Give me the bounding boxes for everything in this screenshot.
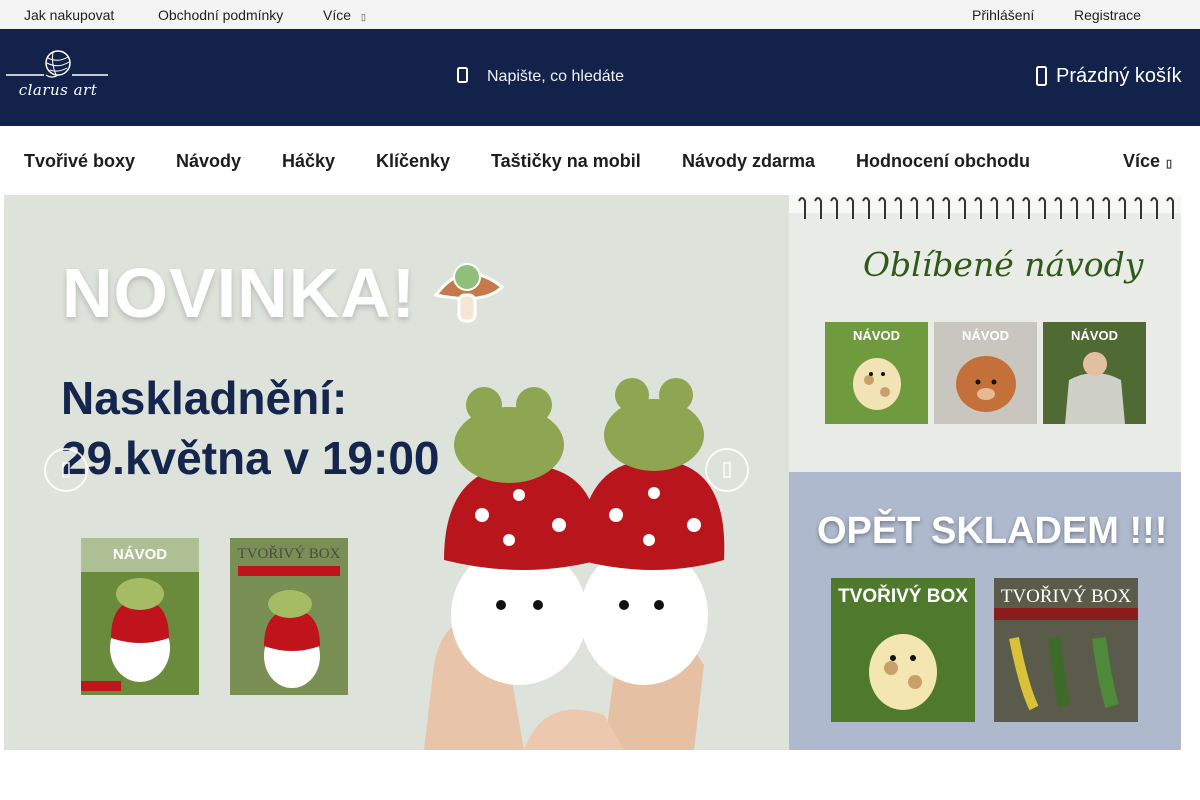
chevron-down-icon: ▯ bbox=[1166, 158, 1173, 170]
sweater-icon bbox=[1065, 352, 1125, 424]
top-more-menu[interactable]: Více ▯ bbox=[323, 7, 366, 23]
hero-slider[interactable]: NOVINKA! Naskladnění: 29.května v 19:00 … bbox=[4, 195, 789, 750]
hero-card-box: TVOŘIVÝ BOX bbox=[230, 538, 348, 695]
banner-back-in-stock[interactable]: OPĚT SKLADEM !!! TVOŘIVÝ BOX TVOŘIVÝ BOX bbox=[789, 472, 1181, 750]
slider-prev-button[interactable] bbox=[44, 448, 88, 492]
hero-subtitle-line1: Naskladnění: bbox=[61, 372, 348, 424]
nav-more-menu[interactable]: Více ▯ bbox=[1123, 151, 1172, 172]
banner-favorite-patterns[interactable]: Oblíbené návody NÁVOD NÁVOD NÁVOD bbox=[789, 195, 1181, 472]
site-header: clarus art Napište, co hledáte Prázdný k… bbox=[0, 29, 1200, 126]
nav-item-phone-bags[interactable]: Taštičky na mobil bbox=[491, 151, 641, 172]
chevron-left-icon bbox=[62, 462, 70, 478]
top-more-label: Více bbox=[323, 7, 352, 23]
thumb-pattern-giraffe[interactable]: NÁVOD bbox=[825, 322, 928, 424]
nav-item-creative-boxes[interactable]: Tvořivé boxy bbox=[24, 151, 135, 172]
thumb-box-giraffe[interactable]: TVOŘIVÝ BOX bbox=[831, 578, 975, 722]
search-placeholder: Napište, co hledáte bbox=[487, 68, 624, 85]
nav-item-keychains[interactable]: Klíčenky bbox=[376, 151, 450, 172]
chevron-down-icon: ▯ bbox=[361, 12, 366, 22]
notebook-spiral-icon bbox=[789, 195, 1181, 219]
thumb-pattern-highland-cow[interactable]: NÁVOD bbox=[934, 322, 1037, 424]
top-utility-bar: Jak nakupovat Obchodní podmínky Více ▯ Př… bbox=[0, 0, 1200, 29]
main-nav: Tvořivé boxy Návody Háčky Klíčenky Tašti… bbox=[0, 126, 1200, 195]
logo-text: clarus art bbox=[18, 81, 98, 99]
giraffe-toy-icon bbox=[869, 634, 937, 710]
thumb-box-plants[interactable]: TVOŘIVÝ BOX bbox=[994, 578, 1138, 722]
hanging-plants-icon bbox=[994, 608, 1138, 711]
nav-item-patterns[interactable]: Návody bbox=[176, 151, 241, 172]
chevron-right-icon bbox=[723, 462, 731, 478]
logo[interactable]: clarus art bbox=[6, 49, 110, 99]
banner-back-in-stock-title: OPĚT SKLADEM !!! bbox=[817, 510, 1168, 552]
cart-button[interactable]: Prázdný košík bbox=[1032, 62, 1192, 92]
nav-more-label: Více bbox=[1123, 151, 1161, 171]
hero-title: NOVINKA! bbox=[62, 254, 417, 332]
cart-label: Prázdný košík bbox=[1056, 65, 1182, 87]
search-box[interactable]: Napište, co hledáte bbox=[452, 62, 712, 92]
link-how-to-buy[interactable]: Jak nakupovat bbox=[24, 7, 114, 23]
thumb-pattern-sweater[interactable]: NÁVOD bbox=[1043, 322, 1146, 424]
slider-next-button[interactable] bbox=[705, 448, 749, 492]
nav-item-shop-reviews[interactable]: Hodnocení obchodu bbox=[856, 151, 1030, 172]
yarn-ball-logo-icon bbox=[6, 50, 108, 78]
hero-card-box-label: TVOŘIVÝ BOX bbox=[237, 546, 341, 562]
register-link[interactable]: Registrace bbox=[1074, 7, 1141, 23]
giraffe-toy-icon bbox=[853, 358, 901, 410]
nav-item-free-patterns[interactable]: Návody zdarma bbox=[682, 151, 815, 172]
highland-cow-toy-icon bbox=[956, 356, 1016, 412]
hero-card-pattern: NÁVOD bbox=[81, 538, 199, 695]
link-terms[interactable]: Obchodní podmínky bbox=[158, 7, 283, 23]
login-link[interactable]: Přihlášení bbox=[972, 7, 1034, 23]
cart-icon bbox=[1036, 66, 1047, 86]
hero-subtitle-line2: 29.května v 19:00 bbox=[61, 432, 440, 484]
banner-favorite-patterns-title: Oblíbené návody bbox=[863, 245, 1144, 284]
search-icon bbox=[457, 67, 468, 83]
nav-item-hooks[interactable]: Háčky bbox=[282, 151, 335, 172]
hero-card-pattern-label: NÁVOD bbox=[112, 546, 168, 563]
